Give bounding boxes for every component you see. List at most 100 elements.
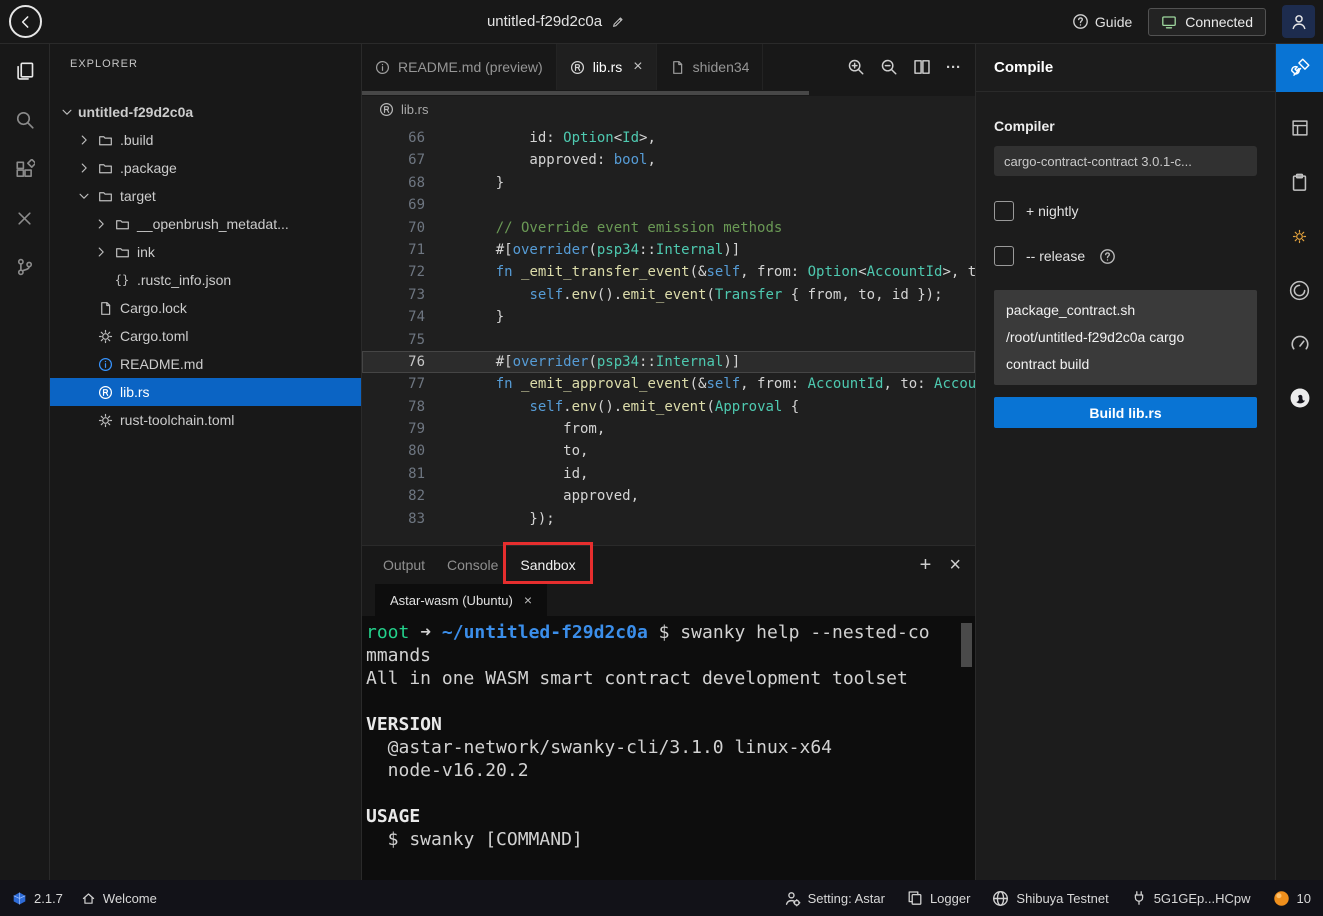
activity-extensions-button[interactable] (7, 152, 43, 186)
terminal-tab-close-icon[interactable]: × (524, 592, 532, 608)
tree-item-label: .rustc_info.json (137, 272, 231, 288)
panel-tab-Sandbox[interactable]: Sandbox (509, 546, 586, 584)
panel-tab-Output[interactable]: Output (372, 546, 436, 584)
tab-shiden34[interactable]: shiden34 (657, 44, 764, 90)
status-item-2.1.7[interactable]: 2.1.7 (12, 891, 63, 906)
guide-button[interactable]: Guide (1072, 13, 1132, 30)
terminal-line: $ swanky [COMMAND] (366, 828, 961, 851)
activity-openbrush-button[interactable] (1276, 266, 1323, 314)
code-line-68[interactable]: 68 } (362, 172, 975, 194)
status-item-Shibuya Testnet[interactable]: Shibuya Testnet (992, 890, 1108, 907)
editor-action-split-editor[interactable] (913, 58, 931, 76)
code-editor[interactable]: 66 id: Option<Id>,67 approved: bool,68 }… (362, 122, 975, 545)
tab-label: README.md (preview) (398, 59, 543, 75)
activity-close-tool-button[interactable] (7, 201, 43, 235)
tree-item-.build[interactable]: .build (50, 126, 361, 154)
back-button[interactable] (9, 5, 42, 38)
zoom-out-icon (880, 58, 898, 76)
compiler-select[interactable]: cargo-contract-contract 3.0.1-c... (994, 146, 1257, 176)
chevron-right-icon (74, 161, 94, 175)
release-checkbox[interactable] (994, 246, 1014, 266)
activity-search-button[interactable] (7, 103, 43, 137)
code-line-77[interactable]: 77 fn _emit_approval_event(&self, from: … (362, 373, 975, 395)
code-line-74[interactable]: 74 } (362, 306, 975, 328)
tree-item-__openbrush_metadat...[interactable]: __openbrush_metadat... (50, 210, 361, 238)
panel-action-new-terminal[interactable]: + (920, 555, 932, 575)
terminal-tab[interactable]: Astar-wasm (Ubuntu) × (375, 584, 547, 616)
code-line-73[interactable]: 73 self.env().emit_event(Transfer { from… (362, 284, 975, 306)
code-line-69[interactable]: 69 (362, 194, 975, 216)
zoom-in-icon (847, 58, 865, 76)
code-line-70[interactable]: 70 // Override event emission methods (362, 217, 975, 239)
tab-lib.rs[interactable]: lib.rs × (557, 44, 657, 90)
activity-files-button[interactable] (7, 54, 43, 88)
search-icon (15, 110, 35, 130)
release-help-icon[interactable] (1099, 248, 1116, 265)
tab-README.md (preview)[interactable]: README.md (preview) (362, 44, 557, 90)
tree-item-README.md[interactable]: README.md (50, 350, 361, 378)
build-button[interactable]: Build lib.rs (994, 397, 1257, 428)
activity-swanky-swan-button[interactable] (1276, 374, 1323, 422)
status-item-10[interactable]: 10 (1273, 890, 1311, 907)
script-box: package_contract.sh/root/untitled-f29d2c… (994, 290, 1257, 385)
code-line-80[interactable]: 80 to, (362, 440, 975, 462)
code-text: approved: bool, (425, 149, 656, 171)
tab-scrollbar-thumb[interactable] (362, 91, 809, 95)
status-item-Logger[interactable]: Logger (907, 890, 970, 906)
code-line-71[interactable]: 71 #[overrider(psp34::Internal)] (362, 239, 975, 261)
connected-button[interactable]: Connected (1148, 8, 1266, 36)
tree-item-ink[interactable]: ink (50, 238, 361, 266)
avatar[interactable] (1282, 5, 1315, 38)
editor-action-zoom-out[interactable] (880, 58, 898, 76)
tree-item-untitled-f29d2c0a[interactable]: untitled-f29d2c0a (50, 98, 361, 126)
activity-gauge-button[interactable] (1276, 320, 1323, 368)
script-line: contract build (1006, 351, 1245, 378)
code-line-79[interactable]: 79 from, (362, 418, 975, 440)
twisty (77, 189, 95, 203)
tab-scrollbar[interactable] (362, 90, 975, 96)
code-line-76[interactable]: 76 #[overrider(psp34::Internal)] (362, 351, 975, 373)
status-item-Setting: Astar[interactable]: Setting: Astar (784, 890, 885, 907)
guide-label: Guide (1095, 14, 1132, 30)
editor-action-zoom-in[interactable] (847, 58, 865, 76)
tree-item-lib.rs[interactable]: lib.rs (50, 378, 361, 406)
activity-clipboard-button[interactable] (1276, 158, 1323, 206)
rust-icon (95, 385, 115, 400)
code-line-83[interactable]: 83 }); (362, 508, 975, 530)
panel-action-close-panel[interactable]: × (949, 555, 961, 575)
breadcrumb[interactable]: lib.rs (362, 96, 975, 122)
activity-gear-color-button[interactable] (1276, 212, 1323, 260)
panel-tab-Console[interactable]: Console (436, 546, 509, 584)
code-line-66[interactable]: 66 id: Option<Id>, (362, 127, 975, 149)
code-line-67[interactable]: 67 approved: bool, (362, 149, 975, 171)
tree-item-.package[interactable]: .package (50, 154, 361, 182)
line-number: 78 (362, 396, 425, 418)
tree-item-rust-toolchain.toml[interactable]: rust-toolchain.toml (50, 406, 361, 434)
activity-compile-tools-button[interactable] (1276, 44, 1323, 92)
close-icon[interactable]: × (633, 58, 642, 76)
code-line-82[interactable]: 82 approved, (362, 485, 975, 507)
code-line-75[interactable]: 75 (362, 329, 975, 351)
status-item-Welcome[interactable]: Welcome (81, 891, 157, 906)
code-text: id: Option<Id>, (425, 127, 656, 149)
activity-deploy-box-button[interactable] (1276, 104, 1323, 152)
terminal-scrollbar[interactable] (961, 623, 972, 667)
code-line-81[interactable]: 81 id, (362, 463, 975, 485)
editor-action-more-actions[interactable]: ··· (946, 60, 961, 75)
code-line-78[interactable]: 78 self.env().emit_event(Approval { (362, 396, 975, 418)
tree-item-target[interactable]: target (50, 182, 361, 210)
tree-item-Cargo.lock[interactable]: Cargo.lock (50, 294, 361, 322)
nightly-checkbox[interactable] (994, 201, 1014, 221)
terminal[interactable]: root ➜ ~/untitled-f29d2c0a $ swanky help… (362, 616, 975, 880)
bottom-panel: OutputConsoleSandbox + × Astar-wasm (Ubun… (362, 545, 975, 880)
tree-item-Cargo.toml[interactable]: Cargo.toml (50, 322, 361, 350)
code-line-72[interactable]: 72 fn _emit_transfer_event(&self, from: … (362, 261, 975, 283)
status-item-5G1GEp...HCpw[interactable]: 5G1GEp...HCpw (1131, 890, 1251, 906)
script-line: package_contract.sh (1006, 297, 1245, 324)
rename-pencil-icon[interactable] (611, 15, 625, 29)
activity-source-control-button[interactable] (7, 250, 43, 284)
tree-item-.rustc_info.json[interactable]: {}.rustc_info.json (50, 266, 361, 294)
chevron-right-icon (91, 245, 111, 259)
compiler-select-value: cargo-contract-contract 3.0.1-c... (1004, 154, 1192, 169)
tab-label: lib.rs (593, 59, 623, 75)
